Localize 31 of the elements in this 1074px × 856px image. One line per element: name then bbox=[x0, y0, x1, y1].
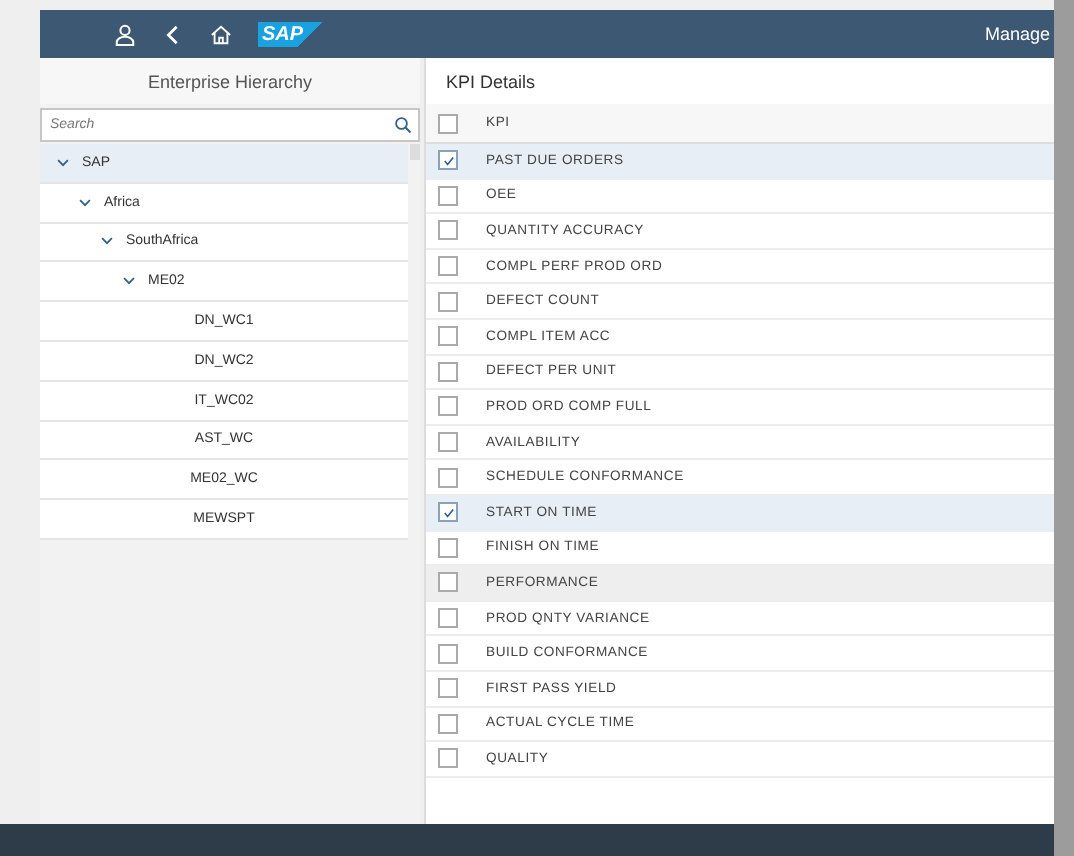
checkbox[interactable] bbox=[438, 748, 458, 769]
app-title: Manage bbox=[984, 24, 1052, 44]
search-icon[interactable] bbox=[394, 116, 412, 134]
checkbox[interactable] bbox=[438, 537, 458, 558]
checkbox[interactable] bbox=[438, 572, 458, 593]
chevron-icon[interactable] bbox=[56, 155, 70, 170]
check-icon bbox=[441, 153, 455, 168]
checkbox[interactable] bbox=[438, 256, 458, 277]
checkbox[interactable] bbox=[438, 396, 458, 417]
checkbox[interactable] bbox=[438, 220, 458, 241]
checkbox[interactable] bbox=[438, 361, 458, 382]
user-icon[interactable] bbox=[114, 23, 136, 45]
checkbox[interactable] bbox=[438, 291, 458, 312]
checkbox[interactable] bbox=[438, 467, 458, 488]
home-icon[interactable] bbox=[210, 23, 232, 45]
checkbox[interactable] bbox=[438, 678, 458, 699]
scrollbar[interactable] bbox=[410, 144, 420, 160]
checkbox[interactable] bbox=[438, 643, 458, 664]
chevron-icon[interactable] bbox=[122, 274, 136, 289]
checkbox[interactable] bbox=[438, 185, 458, 206]
panel-title: Enterprise Hierarchy bbox=[40, 58, 420, 104]
checkbox[interactable] bbox=[438, 326, 458, 347]
checkbox[interactable] bbox=[438, 713, 458, 734]
checkbox[interactable] bbox=[438, 432, 458, 453]
check-icon bbox=[441, 505, 455, 520]
checkbox[interactable] bbox=[438, 113, 458, 133]
chevron-icon[interactable] bbox=[78, 195, 92, 210]
checkbox[interactable] bbox=[438, 150, 458, 171]
checkbox[interactable] bbox=[438, 502, 458, 523]
chevron-icon[interactable] bbox=[100, 234, 114, 249]
checkbox[interactable] bbox=[438, 608, 458, 629]
